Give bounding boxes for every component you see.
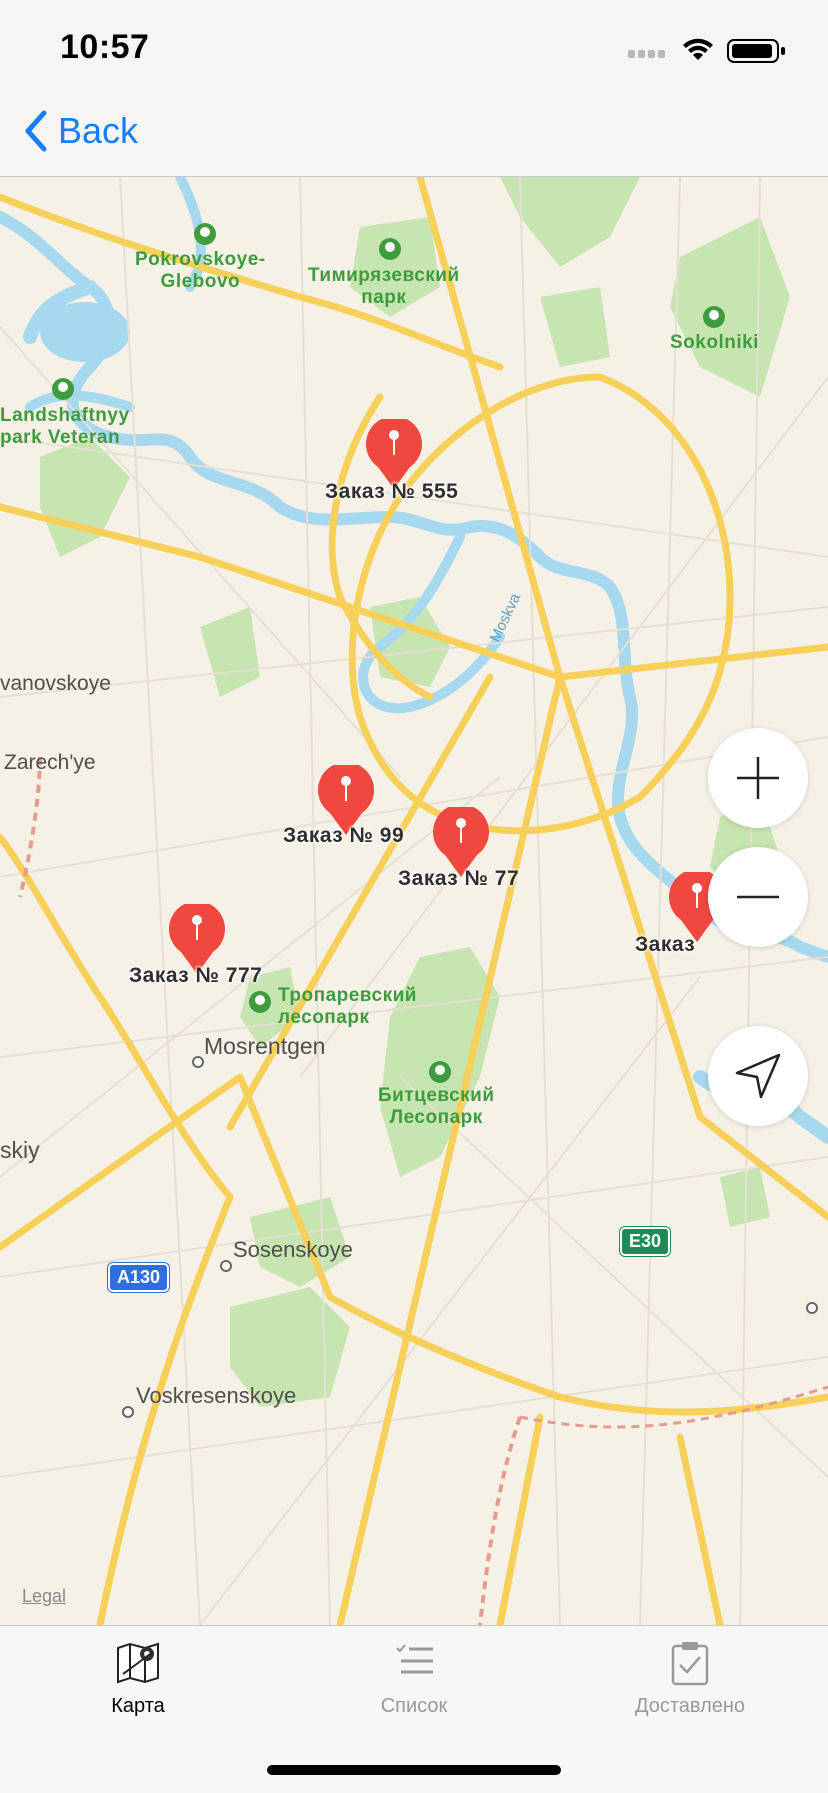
town-dot [220,1260,232,1272]
tab-map[interactable]: Карта [0,1640,276,1718]
place-label: Voskresenskoye [136,1383,297,1408]
place-label: Sosenskoye [233,1237,353,1262]
back-button[interactable]: Back [24,110,138,152]
navigation-bar: Back [0,100,828,177]
town-dot [122,1406,134,1418]
tab-list[interactable]: Список [276,1640,552,1718]
home-indicator[interactable] [267,1765,561,1775]
zoom-in-button[interactable] [708,728,808,828]
place-label: Zarech'ye [4,751,96,774]
signal-icon [628,50,665,58]
park-icon [52,378,74,400]
park-icon [194,223,216,245]
town-dot [806,1302,818,1314]
status-icons [628,36,798,69]
place-label: Pokrovskoye- Glebovo [135,249,266,292]
tab-label: Карта [111,1695,165,1717]
pin-label[interactable]: Заказ № 555 [325,480,458,504]
park-icon [249,991,271,1013]
park-icon [379,238,401,260]
map-view[interactable]: Pokrovskoye- Glebovo Тимирязевский парк … [0,177,828,1625]
clipboard-check-icon [671,1642,709,1686]
legal-link[interactable]: Legal [22,1586,66,1607]
pin-label[interactable]: Заказ [635,933,695,957]
minus-icon [737,895,779,899]
town-dot [192,1056,204,1068]
road-shield: A130 [108,1263,170,1292]
tab-label: Доставлено [634,1695,746,1717]
tab-delivered[interactable]: Доставлено [552,1640,828,1718]
current-location-button[interactable] [708,1026,808,1126]
park-icon [703,306,725,328]
list-icon [396,1644,433,1674]
park-icon [429,1061,451,1083]
status-time: 10:57 [60,28,150,66]
plus-icon [737,757,779,799]
chevron-left-icon [25,110,47,152]
pin-label[interactable]: Заказ № 77 [398,867,519,891]
place-label: skiy [0,1137,40,1163]
back-label: Back [58,110,139,151]
road-shield: E30 [620,1227,671,1256]
place-label: Sokolniki [670,332,759,353]
pin-label[interactable]: Заказ № 99 [283,824,404,848]
map-icon [117,1642,159,1684]
pin-label[interactable]: Заказ № 777 [129,964,262,988]
place-label: vanovskoye [0,672,111,695]
wifi-icon [683,38,713,60]
status-bar: 10:57 [0,0,828,100]
place-label: Landshaftnyy park Veteran [0,405,130,448]
battery-icon [727,39,785,63]
location-arrow-icon [735,1053,781,1099]
place-label: Тимирязевский парк [308,265,460,308]
place-label: Mosrentgen [204,1033,326,1059]
tab-label: Список [380,1695,448,1717]
place-label: Битцевский Лесопарк [378,1085,495,1128]
place-label: Тропаревский лесопарк [278,985,417,1028]
zoom-out-button[interactable] [708,847,808,947]
